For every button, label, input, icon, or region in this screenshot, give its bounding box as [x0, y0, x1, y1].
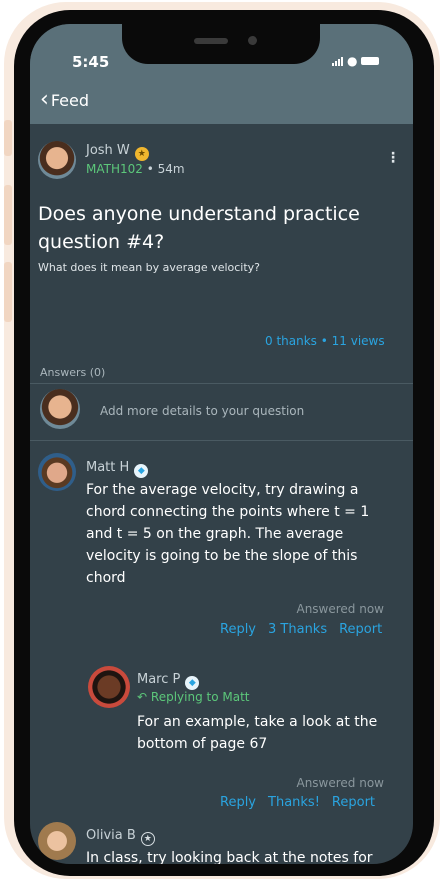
avatar[interactable]	[88, 666, 130, 708]
volume-up-button	[4, 185, 12, 245]
answer-author[interactable]: Matt H ◆	[86, 460, 149, 478]
author-name: Marc P	[137, 672, 181, 687]
diamond-badge-icon: ◆	[185, 676, 200, 690]
status-time: 5:45	[72, 53, 110, 71]
author-name: Josh W	[86, 143, 130, 158]
reply-button[interactable]: Reply	[220, 622, 256, 637]
mute-switch	[4, 120, 12, 156]
replying-to-label: Replying to Matt	[150, 690, 250, 704]
answered-time: Answered now	[296, 776, 384, 790]
volume-down-button	[4, 262, 12, 322]
gold-badge-icon: ★	[134, 147, 149, 161]
thanks-count: 0 thanks	[265, 334, 317, 348]
author-name: Matt H	[86, 460, 130, 475]
answer-text: For an example, take a look at the botto…	[137, 714, 378, 752]
author-name: Olivia B	[86, 828, 136, 843]
post-age: 54m	[157, 162, 185, 176]
question-author[interactable]: Josh W ★	[86, 143, 149, 161]
screen: 5:45 ● ‹ Feed Josh W ★ MATH102 • 54m ⋮ Do…	[30, 24, 413, 864]
question-title: Does anyone understand practice question…	[38, 203, 360, 253]
back-button[interactable]: ‹ Feed	[40, 87, 89, 112]
signal-icon	[332, 56, 343, 66]
answers-header: Answers (0)	[40, 366, 106, 379]
avatar[interactable]	[38, 453, 76, 491]
answer-author[interactable]: Marc P ◆	[137, 672, 200, 690]
add-details-input[interactable]: Add more details to your question	[100, 404, 304, 418]
answer-text: For the average velocity, try drawing a …	[86, 482, 370, 586]
answer-actions: Reply 3 Thanks Report	[220, 622, 382, 637]
answer-text: In class, try looking back at the notes …	[86, 850, 373, 864]
report-button[interactable]: Report	[339, 622, 382, 637]
question-body: What does it mean by average velocity?	[38, 261, 261, 274]
answered-time: Answered now	[296, 602, 384, 616]
report-button[interactable]: Report	[332, 795, 375, 810]
status-icons: ●	[332, 54, 380, 68]
question-meta: MATH102 • 54m	[86, 162, 185, 176]
battery-icon	[361, 57, 380, 65]
avatar	[40, 389, 80, 429]
chevron-left-icon: ‹	[40, 87, 49, 112]
course-tag[interactable]: MATH102	[86, 162, 143, 176]
thanks-button[interactable]: Thanks!	[268, 795, 320, 810]
divider	[30, 440, 413, 441]
answer-author[interactable]: Olivia B ★	[86, 828, 155, 846]
back-label: Feed	[50, 90, 89, 110]
more-options-icon[interactable]: ⋮	[386, 150, 400, 166]
notch	[122, 24, 320, 64]
wifi-icon: ●	[347, 54, 358, 68]
avatar[interactable]	[38, 141, 76, 179]
question-stats: 0 thanks • 11 views	[265, 334, 385, 348]
answer-actions: Reply Thanks! Report	[220, 795, 375, 810]
star-badge-icon: ★	[140, 832, 155, 846]
thanks-button[interactable]: 3 Thanks	[268, 622, 327, 637]
divider	[30, 383, 413, 384]
reply-arrow-icon: ↶	[137, 690, 148, 704]
diamond-badge-icon: ◆	[134, 464, 149, 478]
avatar[interactable]	[38, 822, 76, 860]
views-count: 11 views	[331, 334, 385, 348]
replying-to[interactable]: ↶ Replying to Matt	[137, 690, 249, 704]
reply-button[interactable]: Reply	[220, 795, 256, 810]
